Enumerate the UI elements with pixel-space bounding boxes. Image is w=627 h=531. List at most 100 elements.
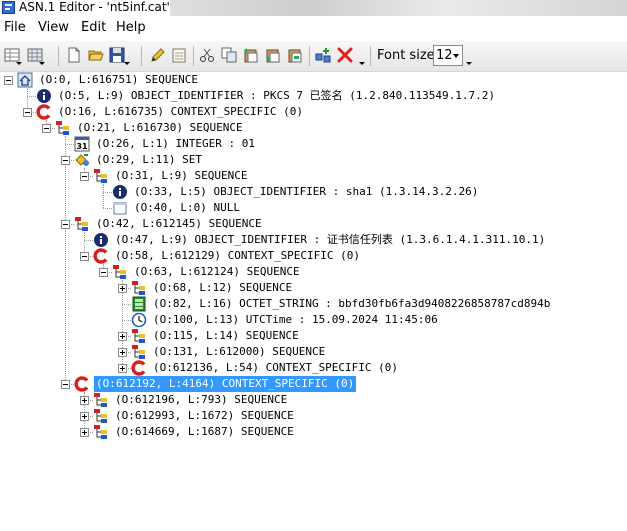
tree-node[interactable]: (O:614669, L:1687) SEQUENCE	[0, 424, 627, 440]
expand-toggle[interactable]	[80, 396, 89, 405]
tree-node-selected[interactable]: (O:612192, L:4164) CONTEXT_SPECIFIC (0)	[0, 376, 627, 392]
tree-node[interactable]: (O:131, L:612000) SEQUENCE	[0, 344, 627, 360]
tree-node[interactable]: (O:115, L:14) SEQUENCE	[0, 328, 627, 344]
info-icon	[113, 185, 127, 199]
null-icon	[113, 202, 127, 215]
expand-toggle[interactable]	[118, 348, 127, 357]
context-icon	[74, 376, 89, 392]
tree-node[interactable]: (O:612993, L:1672) SEQUENCE	[0, 408, 627, 424]
tree-node-label: (O:47, L:9) OBJECT_IDENTIFIER : 证书信任列表 (…	[115, 233, 546, 246]
tree-node[interactable]: (O:0, L:616751) SEQUENCE	[0, 72, 627, 88]
tree-node[interactable]: (O:612136, L:54) CONTEXT_SPECIFIC (0)	[0, 360, 627, 376]
tree-node-label: (O:115, L:14) SEQUENCE	[153, 329, 299, 342]
tree-node[interactable]: (O:58, L:612129) CONTEXT_SPECIFIC (0)	[0, 248, 627, 264]
tree-node-label: (O:131, L:612000) SEQUENCE	[153, 345, 326, 358]
tree-node-label: (O:5, L:9) OBJECT_IDENTIFIER : PKCS 7 已签…	[58, 89, 495, 102]
tree-node-label: (O:82, L:16) OCTET_STRING : bbfd30fb6fa3…	[153, 297, 551, 310]
font-size-dropdown[interactable]: 12	[433, 45, 463, 66]
delete-icon[interactable]	[337, 47, 353, 63]
paste-after-icon[interactable]	[265, 47, 281, 63]
toolbar-separator	[141, 46, 142, 66]
expand-toggle[interactable]	[80, 428, 89, 437]
menu-help[interactable]: Help	[116, 19, 146, 37]
home-icon	[17, 72, 33, 88]
context-icon	[93, 248, 108, 264]
title-bar-background	[170, 0, 627, 16]
collapse-toggle[interactable]	[61, 156, 70, 165]
tree-node[interactable]: (O:82, L:16) OCTET_STRING : bbfd30fb6fa3…	[0, 296, 627, 312]
tree-node-label: (O:58, L:612129) CONTEXT_SPECIFIC (0)	[115, 249, 361, 262]
font-size-label: Font size:	[377, 48, 440, 63]
tree-node-label: (O:40, L:0) NULL	[134, 201, 240, 214]
expand-toggle[interactable]	[118, 284, 127, 293]
tree-node[interactable]: (O:33, L:5) OBJECT_IDENTIFIER : sha1 (1.…	[0, 184, 627, 200]
tree-node[interactable]: (O:68, L:12) SEQUENCE	[0, 280, 627, 296]
svg-text:31: 31	[76, 142, 88, 151]
tree-node-label: (O:42, L:612145) SEQUENCE	[96, 217, 262, 230]
integer-icon: 31	[74, 136, 90, 152]
tree-node[interactable]: (O:31, L:9) SEQUENCE	[0, 168, 627, 184]
info-icon	[94, 233, 108, 247]
chevron-down-icon[interactable]	[466, 61, 472, 66]
octet-icon	[132, 296, 146, 312]
tree-node-label: (O:612136, L:54) CONTEXT_SPECIFIC (0)	[153, 361, 399, 374]
tree-node-label: (O:29, L:11) SET	[96, 153, 202, 166]
chevron-down-icon[interactable]	[453, 54, 459, 58]
new-file-icon[interactable]	[66, 47, 82, 63]
sequence-icon	[113, 265, 126, 279]
paste-child-icon[interactable]	[287, 47, 303, 63]
tree-node[interactable]: (O:100, L:13) UTCTime : 15.09.2024 11:45…	[0, 312, 627, 328]
chevron-down-icon[interactable]	[39, 61, 45, 66]
save-icon[interactable]	[109, 47, 125, 63]
tree-node-label: (O:68, L:12) SEQUENCE	[153, 281, 293, 294]
collapse-toggle[interactable]	[42, 124, 51, 133]
menu-bar: File View Edit Help	[0, 18, 627, 38]
tree-node[interactable]: (O:21, L:616730) SEQUENCE	[0, 120, 627, 136]
expand-toggle[interactable]	[118, 364, 127, 373]
tree-node-label: (O:100, L:13) UTCTime : 15.09.2024 11:45…	[153, 313, 438, 326]
tree-node[interactable]: (O:42, L:612145) SEQUENCE	[0, 216, 627, 232]
menu-view[interactable]: View	[38, 19, 69, 37]
collapse-toggle[interactable]	[61, 220, 70, 229]
asn1-tree-view[interactable]: (O:0, L:616751) SEQUENCE (O:5, L:9) OBJEC…	[0, 72, 627, 531]
tree-node[interactable]: (O:40, L:0) NULL	[0, 200, 627, 216]
tree-node[interactable]: (O:47, L:9) OBJECT_IDENTIFIER : 证书信任列表 (…	[0, 232, 627, 248]
collapse-toggle[interactable]	[4, 76, 13, 85]
collapse-toggle[interactable]	[80, 172, 89, 181]
tree-node[interactable]: (O:29, L:11) SET	[0, 152, 627, 168]
add-node-icon[interactable]	[315, 47, 331, 63]
info-icon	[37, 89, 51, 103]
tree-node[interactable]: (O:612196, L:793) SEQUENCE	[0, 392, 627, 408]
collapse-toggle[interactable]	[23, 108, 32, 117]
set-icon	[75, 154, 89, 166]
copy-icon[interactable]	[221, 47, 237, 63]
context-icon	[131, 360, 146, 376]
tree-node-label: (O:26, L:1) INTEGER : 01	[96, 137, 255, 150]
collapse-toggle[interactable]	[61, 380, 70, 389]
sequence-icon	[94, 425, 107, 439]
expand-toggle[interactable]	[118, 332, 127, 341]
tree-node-label: (O:63, L:612124) SEQUENCE	[134, 265, 300, 278]
open-folder-icon[interactable]	[88, 47, 104, 63]
edit-pencil-icon[interactable]	[150, 47, 166, 63]
tree-node[interactable]: (O:5, L:9) OBJECT_IDENTIFIER : PKCS 7 已签…	[0, 88, 627, 104]
paste-before-icon[interactable]	[243, 47, 259, 63]
notepad-icon[interactable]	[171, 47, 187, 63]
collapse-toggle[interactable]	[99, 268, 108, 277]
tree-node[interactable]: (O:63, L:612124) SEQUENCE	[0, 264, 627, 280]
tree-node-label: (O:33, L:5) OBJECT_IDENTIFIER : sha1 (1.…	[134, 185, 479, 198]
chevron-down-icon[interactable]	[124, 61, 130, 66]
menu-edit[interactable]: Edit	[81, 19, 106, 37]
menu-file[interactable]: File	[4, 19, 26, 37]
tree-node[interactable]: 31 (O:26, L:1) INTEGER : 01	[0, 136, 627, 152]
tree-node[interactable]: (O:16, L:616735) CONTEXT_SPECIFIC (0)	[0, 104, 627, 120]
expand-toggle[interactable]	[80, 412, 89, 421]
collapse-toggle[interactable]	[80, 252, 89, 261]
sequence-icon	[56, 121, 69, 135]
sequence-icon	[132, 329, 145, 343]
chevron-down-icon[interactable]	[359, 61, 365, 66]
sequence-icon	[75, 217, 88, 231]
clock-icon	[131, 312, 147, 328]
chevron-down-icon[interactable]	[16, 61, 22, 66]
cut-icon[interactable]	[199, 47, 215, 63]
